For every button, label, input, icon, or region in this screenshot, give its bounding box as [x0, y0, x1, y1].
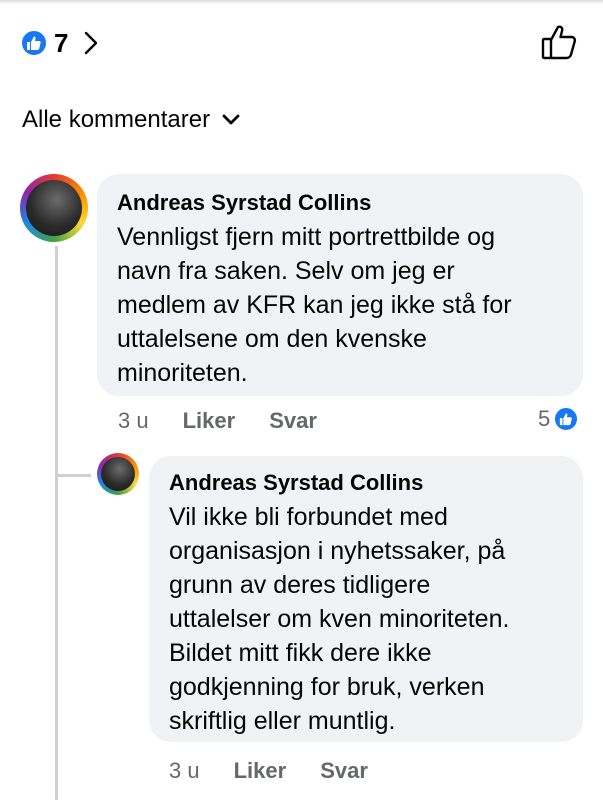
filter-label: Alle kommentarer — [22, 106, 211, 133]
thumbs-up-icon[interactable] — [540, 22, 580, 62]
like-reaction-icon — [20, 29, 48, 57]
like-reaction-icon — [553, 406, 580, 432]
comment-text-line: uttalelsene om den kvenske — [117, 325, 427, 353]
reactions-summary[interactable]: 7 — [20, 26, 98, 60]
avatar[interactable] — [97, 453, 139, 495]
reaction-count: 7 — [54, 27, 69, 58]
comment-text-line: skriftlig eller muntlig. — [169, 707, 396, 735]
comment-text-line: Vil ikke bli forbundet med — [169, 503, 448, 531]
comment-text: Vil ikke bli forbundet med organisasjon … — [169, 500, 563, 738]
comment-text-line: uttalelser om kven minoriteten. — [169, 605, 510, 633]
comment-timestamp[interactable]: 3 u — [118, 408, 149, 434]
like-button[interactable]: Liker — [183, 408, 236, 434]
reply-bubble[interactable]: Andreas Syrstad Collins Vil ikke bli for… — [149, 456, 583, 742]
comment-text-line: organisasjon i nyhetssaker, på — [169, 537, 506, 565]
comment-text-line: Vennligst fjern mitt portrettbilde og — [117, 223, 495, 251]
top-edge-shadow — [0, 0, 603, 4]
comment-bubble[interactable]: Andreas Syrstad Collins Vennligst fjern … — [97, 174, 583, 396]
like-button[interactable]: Liker — [234, 758, 287, 784]
comment-filter-dropdown[interactable]: Alle kommentarer — [22, 106, 240, 134]
comment-author[interactable]: Andreas Syrstad Collins — [117, 188, 563, 218]
comment-reactions[interactable]: 5 — [538, 404, 580, 434]
comment-text-line: godkjenning for bruk, verken — [169, 673, 485, 701]
reply-button[interactable]: Svar — [320, 758, 368, 784]
comment-timestamp[interactable]: 3 u — [169, 758, 200, 784]
chevron-right-icon[interactable] — [84, 31, 98, 55]
comment-text: Vennligst fjern mitt portrettbilde og na… — [117, 220, 563, 390]
avatar-photo — [101, 457, 135, 491]
thread-connector-line — [55, 246, 58, 800]
chevron-down-icon — [222, 114, 240, 125]
comment-text-line: minoriteten. — [117, 359, 248, 387]
comment-text-line: navn fra saken. Selv om jeg er — [117, 257, 455, 285]
avatar-photo — [26, 180, 82, 236]
comment-text-line: grunn av deres tidligere — [169, 571, 431, 599]
avatar[interactable] — [20, 174, 88, 242]
comment-author[interactable]: Andreas Syrstad Collins — [169, 468, 563, 498]
comment-text-line: Bildet mitt fikk dere ikke — [169, 639, 432, 667]
comment-reaction-count: 5 — [538, 406, 551, 431]
reply-button[interactable]: Svar — [269, 408, 317, 434]
comment-actions: 3 u Liker Svar — [118, 406, 317, 436]
thread-connector-branch — [55, 474, 91, 477]
comment-actions: 3 u Liker Svar — [169, 756, 368, 786]
comment-text-line: medlem av KFR kan jeg ikke stå for — [117, 291, 512, 319]
